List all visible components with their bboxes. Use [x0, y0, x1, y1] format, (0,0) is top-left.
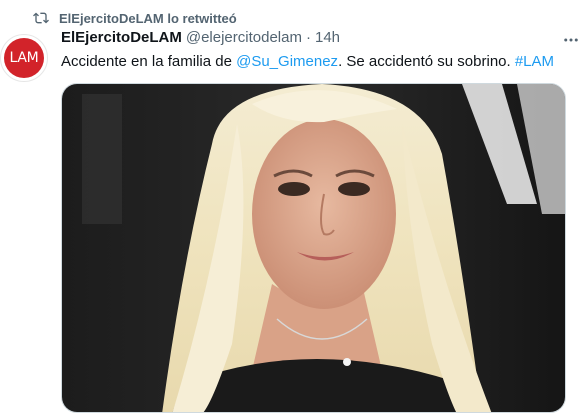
- tweet-timestamp[interactable]: 14h: [315, 29, 340, 46]
- photo-illustration: [62, 84, 565, 412]
- mention-link[interactable]: @Su_Gimenez: [236, 53, 338, 70]
- retweet-text: ElEjercitoDeLAM lo retwitteó: [59, 10, 237, 26]
- separator-dot: ·: [305, 29, 311, 46]
- more-options-icon[interactable]: [561, 30, 581, 50]
- tweet-photo[interactable]: [61, 83, 566, 413]
- author-name[interactable]: ElEjercitoDeLAM: [61, 29, 182, 46]
- lam-logo: LAM: [4, 38, 44, 78]
- hashtag-link[interactable]: #LAM: [515, 53, 554, 70]
- tweet-header: ElEjercitoDeLAM @elejercitodelam · 14h: [61, 29, 340, 46]
- retweet-context[interactable]: ElEjercitoDeLAM lo retwitteó: [33, 8, 237, 28]
- retweet-icon: [33, 10, 49, 26]
- tweet-text: Accidente en la familia de @Su_Gimenez. …: [61, 52, 571, 72]
- tweet-text-part: Accidente en la familia de: [61, 53, 237, 70]
- tweet-text-part: . Se accidentó su sobrino.: [338, 53, 515, 70]
- avatar[interactable]: LAM: [0, 34, 48, 82]
- author-handle[interactable]: @elejercitodelam: [186, 29, 302, 46]
